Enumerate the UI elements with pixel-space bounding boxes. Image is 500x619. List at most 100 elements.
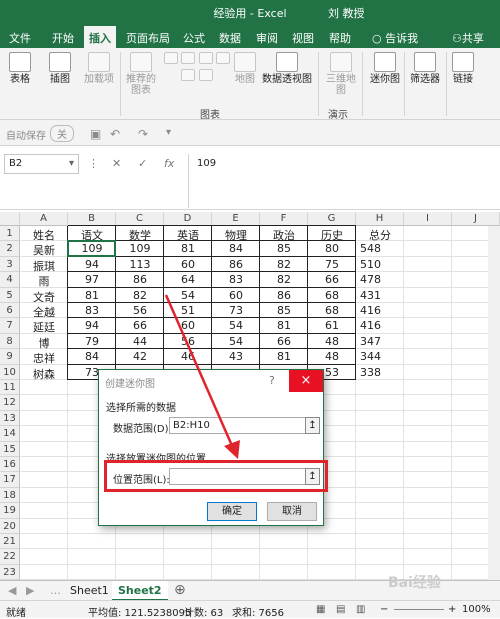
column-header[interactable]: J	[452, 212, 500, 226]
row-header[interactable]: 6	[0, 303, 20, 319]
table-cell[interactable]: 吴新	[20, 242, 68, 257]
pivot-chart-button[interactable]: 数据透视图	[262, 52, 312, 85]
row-header[interactable]: 15	[0, 441, 20, 457]
row-header[interactable]: 18	[0, 487, 20, 504]
row-header[interactable]: 7	[0, 318, 20, 334]
row-header[interactable]: 12	[0, 395, 20, 411]
table-cell[interactable]: 68	[308, 289, 356, 304]
table-cell[interactable]: 43	[212, 350, 260, 365]
table-cell[interactable]: 548	[360, 242, 408, 257]
addins-button[interactable]: 加载项	[84, 52, 114, 85]
ok-button[interactable]: 确定	[207, 502, 257, 521]
table-cell[interactable]: 博	[20, 335, 68, 350]
row-header[interactable]: 3	[0, 256, 20, 273]
formula-input[interactable]: 109	[188, 154, 496, 208]
tab-data[interactable]: 数据	[219, 30, 241, 46]
table-cell[interactable]: 54	[212, 335, 260, 350]
table-cell[interactable]: 56	[116, 304, 164, 319]
table-cell[interactable]: 44	[116, 335, 164, 350]
table-cell[interactable]: 83	[68, 304, 116, 319]
row-header[interactable]: 8	[0, 333, 20, 350]
redo-icon[interactable]: ↷	[138, 127, 148, 141]
column-header[interactable]: C	[116, 212, 164, 226]
row-header[interactable]: 14	[0, 426, 20, 442]
row-header[interactable]: 16	[0, 457, 20, 473]
chart-types-gallery[interactable]	[162, 52, 232, 86]
table-cell[interactable]: 48	[308, 335, 356, 350]
zoom-level[interactable]: 100%	[462, 604, 491, 615]
table-cell[interactable]: 全越	[20, 304, 68, 319]
enter-icon[interactable]: ✓	[138, 157, 147, 170]
autosave-toggle[interactable]: 关	[50, 125, 74, 142]
tab-view[interactable]: 视图	[292, 30, 314, 46]
table-cell[interactable]: 94	[68, 258, 116, 273]
tab-page-layout[interactable]: 页面布局	[126, 30, 170, 46]
table-cell[interactable]: 54	[164, 289, 212, 304]
column-header[interactable]: G	[308, 212, 356, 226]
row-header[interactable]: 9	[0, 349, 20, 365]
3d-map-button[interactable]: 三维地图	[324, 52, 358, 96]
undo-icon[interactable]: ↶	[110, 127, 120, 141]
row-header[interactable]: 20	[0, 518, 20, 534]
row-header[interactable]: 17	[0, 472, 20, 488]
table-cell[interactable]: 60	[212, 289, 260, 304]
table-cell[interactable]: 478	[360, 273, 408, 288]
user-name[interactable]: 刘 教授	[328, 5, 365, 21]
sparklines-button[interactable]: 迷你图	[368, 52, 402, 85]
table-cell[interactable]: 109	[116, 242, 164, 257]
insert-function-icon[interactable]: fx	[164, 157, 174, 170]
table-cell[interactable]: 文奇	[20, 289, 68, 304]
table-cell[interactable]: 84	[212, 242, 260, 257]
select-all-corner[interactable]	[0, 212, 20, 226]
share-button[interactable]: ⚇共享	[452, 30, 484, 46]
row-header[interactable]: 11	[0, 380, 20, 396]
row-header[interactable]: 13	[0, 410, 20, 427]
row-header[interactable]: 19	[0, 503, 20, 519]
table-cell[interactable]: 延廷	[20, 319, 68, 334]
table-cell[interactable]: 66	[260, 335, 308, 350]
table-cell[interactable]: 51	[164, 304, 212, 319]
table-cell[interactable]: 81	[260, 350, 308, 365]
table-cell[interactable]: 64	[164, 273, 212, 288]
table-cell[interactable]: 431	[360, 289, 408, 304]
scroll-left-icon[interactable]: ◀	[8, 584, 16, 597]
table-cell[interactable]: 86	[260, 289, 308, 304]
save-icon[interactable]: ▣	[90, 127, 101, 141]
sheet-tab-sheet1[interactable]: Sheet1	[64, 581, 115, 601]
page-break-view-icon[interactable]: ▥	[356, 604, 365, 615]
customize-qat-icon[interactable]: ▾	[166, 127, 171, 138]
table-cell[interactable]: 46	[164, 350, 212, 365]
cancel-button[interactable]: 取消	[267, 502, 317, 521]
table-cell[interactable]: 54	[212, 319, 260, 334]
tab-review[interactable]: 审阅	[256, 30, 278, 46]
tab-help[interactable]: 帮助	[329, 30, 351, 46]
row-header[interactable]: 23	[0, 564, 20, 581]
table-header-cell[interactable]: 英语	[164, 227, 212, 242]
table-cell[interactable]: 42	[116, 350, 164, 365]
normal-view-icon[interactable]: ▦	[316, 604, 325, 615]
table-cell[interactable]: 66	[116, 319, 164, 334]
row-header[interactable]: 22	[0, 549, 20, 565]
tables-button[interactable]: 表格	[6, 52, 34, 85]
links-button[interactable]: 链接	[450, 52, 476, 85]
table-cell[interactable]: 79	[68, 335, 116, 350]
vertical-scrollbar[interactable]	[488, 226, 500, 581]
more-sheets-icon[interactable]: …	[50, 584, 61, 597]
close-button[interactable]: ×	[289, 370, 323, 392]
name-box[interactable]: B2 ▾	[4, 154, 79, 174]
table-cell[interactable]: 48	[308, 350, 356, 365]
dialog-title-bar[interactable]: 创建迷你图 ? ×	[99, 370, 323, 392]
column-header[interactable]: E	[212, 212, 260, 226]
column-header[interactable]: D	[164, 212, 212, 226]
table-cell[interactable]: 416	[360, 304, 408, 319]
column-header[interactable]: H	[356, 212, 404, 226]
table-header-cell[interactable]: 总分	[356, 227, 404, 242]
column-header[interactable]: A	[20, 212, 68, 226]
table-cell[interactable]: 60	[164, 319, 212, 334]
row-header[interactable]: 1	[0, 226, 20, 242]
table-cell[interactable]: 97	[68, 273, 116, 288]
table-cell[interactable]: 113	[116, 258, 164, 273]
row-header[interactable]: 2	[0, 241, 20, 257]
zoom-slider[interactable]	[394, 609, 444, 610]
column-header[interactable]: I	[404, 212, 452, 226]
